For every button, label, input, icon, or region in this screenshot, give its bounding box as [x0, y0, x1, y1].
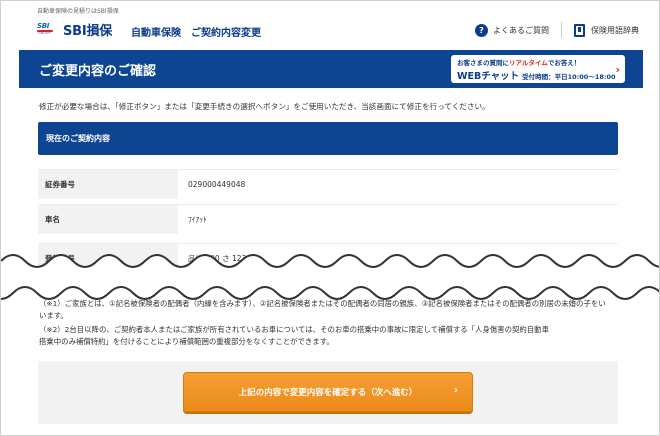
glossary-link[interactable]: 保険用語辞典 — [591, 25, 639, 36]
footnote-line: （※1）ご家族とは、①記名被保険者の配偶者（内縁を含みます）、②記名被保険者また… — [39, 299, 606, 308]
chat-tagline: お客さまの質問にリアルタイムでお答え！ — [457, 57, 619, 67]
sbi-logo[interactable]: SBI GROUP SBI損保 — [37, 20, 112, 39]
chat-tagline-red: リアルタイム — [509, 59, 548, 67]
footnote-family: （※1）ご家族とは、①記名被保険者の配偶者（内縁を含みます）、②記名被保険者また… — [39, 298, 621, 322]
chevron-right-icon: › — [453, 385, 458, 396]
chat-main-label: WEBチャット — [457, 71, 520, 82]
chevron-right-icon: › — [615, 63, 620, 76]
chat-hours: 受付時間：平日10:00～18:00 — [522, 73, 616, 81]
title-bar: ご変更内容のご確認 お客さまの質問にリアルタイムでお答え！ WEBチャット 受付時… — [19, 50, 643, 88]
header-title-page: ご契約内容変更 — [191, 28, 261, 39]
confirm-button-label: 上記の内容で変更内容を確定する（次へ進む） — [238, 388, 418, 398]
logo-small-text: SBI — [37, 21, 50, 30]
faq-link[interactable]: よくあるご質問 — [493, 25, 549, 36]
row-value: 029000449048 — [188, 180, 246, 189]
question-icon[interactable]: ? — [475, 23, 488, 37]
section-title: 現在のご契約内容 — [46, 134, 110, 143]
footnote-line: （※2）2台目以降の、ご契約者本人またはご家族が所有されているお車については、そ… — [39, 325, 549, 334]
row-label: 証券番号 — [38, 170, 178, 199]
logo-text: SBI損保 — [63, 24, 113, 39]
header-tagline: 自動車保険の見積りはSBI損保 — [37, 8, 119, 15]
row-label: 車名 — [38, 205, 178, 234]
page-frame: 自動車保険の見積りはSBI損保 SBI GROUP SBI損保 自動車保険 ご契約… — [0, 0, 660, 436]
correction-notice: 修正が必要な場合は、「修正ボタン」または「変更手続きの選択へボタン」をご使用いた… — [39, 102, 490, 111]
footnote-line: います。 — [39, 311, 68, 320]
section-header: 現在のご契約内容 — [38, 122, 618, 155]
header-divider — [561, 22, 562, 38]
header-links: ? よくあるご質問 保険用語辞典 — [475, 22, 639, 38]
footnote-line: 搭乗中のみ補償特約」を付けることにより補償範囲の重複部分をなくすことができます。 — [39, 337, 334, 346]
header-title: 自動車保険 ご契約内容変更 — [131, 24, 261, 39]
chat-main: WEBチャット 受付時間：平日10:00～18:00 — [457, 68, 619, 82]
footnote-second-car: （※2）2台目以降の、ご契約者本人またはご家族が所有されているお車については、そ… — [39, 324, 621, 348]
chat-tagline-pre: お客さまの質問に — [457, 59, 509, 67]
book-icon[interactable] — [574, 23, 585, 37]
contract-row-car-name: 車名 ﾌｲｱｯﾄ — [38, 204, 618, 234]
confirm-changes-button[interactable]: 上記の内容で変更内容を確定する（次へ進む） › — [183, 372, 473, 412]
row-value: ﾌｲｱｯﾄ — [188, 215, 207, 224]
chat-tagline-post: でお答え！ — [547, 59, 581, 67]
page-title: ご変更内容のご確認 — [39, 63, 157, 79]
logo-group-text: GROUP — [38, 30, 51, 35]
cta-area: 上記の内容で変更内容を確定する（次へ進む） › — [38, 361, 618, 424]
header-title-product: 自動車保険 — [131, 28, 181, 39]
sbi-logo-mark: SBI GROUP — [37, 22, 59, 38]
web-chat-banner[interactable]: お客さまの質問にリアルタイムでお答え！ WEBチャット 受付時間：平日10:00～… — [451, 55, 625, 83]
contract-row-policy-number: 証券番号 029000449048 — [38, 169, 618, 199]
